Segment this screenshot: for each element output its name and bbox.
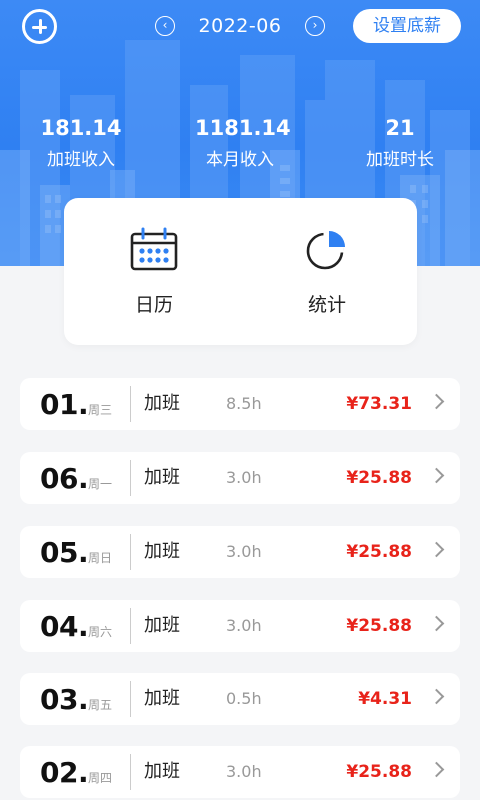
divider: [130, 534, 131, 570]
stat-label: 加班收入: [47, 150, 115, 170]
calendar-icon: [130, 227, 178, 271]
record-hours: 3.0h: [226, 468, 262, 487]
tools-card: 日历 统计: [64, 198, 417, 345]
chevron-right-icon: [428, 761, 445, 778]
record-type: 加班: [144, 615, 180, 636]
month-selector: ‹ 2022-06 ›: [155, 11, 325, 41]
record-amount: ¥25.88: [346, 468, 412, 488]
divider: [130, 386, 131, 422]
stat-overtime-income: 181.14 加班收入: [40, 115, 122, 172]
record-hours: 8.5h: [226, 394, 262, 413]
record-type: 加班: [144, 467, 180, 488]
record-row[interactable]: 05. 周日 加班 3.0h ¥25.88: [20, 526, 460, 578]
stat-monthly-income: 1181.14 本月收入: [195, 115, 291, 172]
stat-value: 21: [385, 116, 415, 140]
record-row[interactable]: 01. 周三 加班 8.5h ¥73.31: [20, 378, 460, 430]
stat-value: 181.14: [40, 116, 122, 140]
record-hours: 0.5h: [226, 689, 262, 708]
record-weekday: 周五: [88, 698, 113, 712]
record-row[interactable]: 04. 周六 加班 3.0h ¥25.88: [20, 600, 460, 652]
current-month: 2022-06: [198, 15, 282, 37]
stat-overtime-hours: 21 加班时长: [362, 115, 438, 172]
chevron-right-icon: [428, 615, 445, 632]
chevron-right-icon: [428, 541, 445, 558]
chevron-right-icon: [428, 688, 445, 705]
stat-label: 加班时长: [366, 150, 434, 170]
set-base-salary-button[interactable]: 设置底薪: [353, 9, 461, 43]
chevron-right-icon[interactable]: ›: [304, 16, 325, 36]
record-weekday: 周六: [88, 625, 113, 639]
record-amount: ¥73.31: [346, 394, 412, 414]
stat-label: 本月收入: [206, 150, 274, 170]
record-row[interactable]: 02. 周四 加班 3.0h ¥25.88: [20, 746, 460, 798]
record-row[interactable]: 06. 周一 加班 3.0h ¥25.88: [20, 452, 460, 504]
record-hours: 3.0h: [226, 542, 262, 561]
record-type: 加班: [144, 393, 180, 414]
record-amount: ¥25.88: [346, 542, 412, 562]
calendar-button[interactable]: 日历: [94, 198, 214, 345]
divider: [130, 460, 131, 496]
chevron-right-icon: [428, 467, 445, 484]
chevron-right-icon: [428, 393, 445, 410]
record-weekday: 周三: [88, 403, 113, 417]
record-amount: ¥25.88: [346, 616, 412, 636]
record-amount: ¥25.88: [346, 762, 412, 782]
record-day: 01.: [40, 388, 89, 421]
record-day: 02.: [40, 756, 89, 789]
record-type: 加班: [144, 688, 180, 709]
divider: [130, 754, 131, 790]
record-hours: 3.0h: [226, 762, 262, 781]
stat-value: 1181.14: [195, 116, 291, 140]
record-row[interactable]: 03. 周五 加班 0.5h ¥4.31: [20, 673, 460, 725]
record-type: 加班: [144, 541, 180, 562]
record-day: 03.: [40, 683, 89, 716]
record-type: 加班: [144, 761, 180, 782]
record-day: 05.: [40, 536, 89, 569]
calendar-label: 日历: [134, 294, 173, 316]
statistics-label: 统计: [307, 294, 346, 316]
record-weekday: 周一: [88, 477, 113, 491]
record-weekday: 周四: [88, 771, 113, 785]
record-weekday: 周日: [88, 551, 113, 565]
pie-chart-icon: [306, 231, 345, 270]
record-amount: ¥4.31: [358, 689, 412, 709]
divider: [130, 608, 131, 644]
add-record-button[interactable]: [22, 9, 57, 44]
chevron-left-icon[interactable]: ‹: [155, 16, 175, 36]
record-day: 04.: [40, 610, 89, 643]
divider: [130, 681, 131, 717]
record-hours: 3.0h: [226, 616, 262, 635]
statistics-button[interactable]: 统计: [267, 198, 387, 345]
record-day: 06.: [40, 462, 89, 495]
